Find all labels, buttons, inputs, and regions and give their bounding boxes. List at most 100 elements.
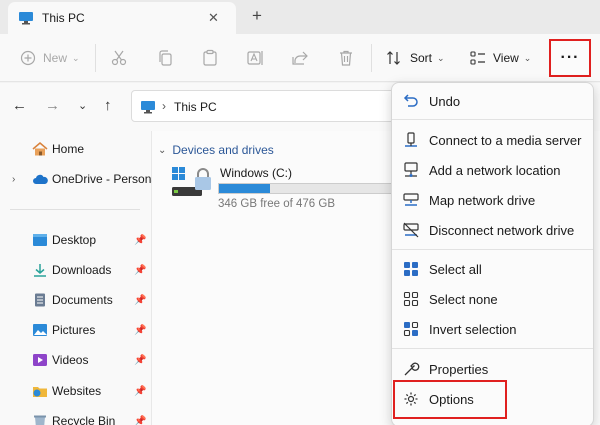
pictures-icon bbox=[33, 324, 47, 336]
close-tab-icon[interactable]: ✕ bbox=[208, 10, 219, 26]
drive-usage-fill bbox=[219, 184, 271, 193]
sort-label: Sort bbox=[410, 51, 433, 65]
chevron-right-icon[interactable]: › bbox=[12, 174, 15, 185]
cut-icon[interactable] bbox=[110, 48, 128, 68]
drive-c[interactable]: Windows (C:) 346 GB free of 476 GB bbox=[172, 165, 408, 211]
paste-icon[interactable] bbox=[201, 48, 219, 68]
view-button[interactable]: View ⌄ bbox=[470, 48, 531, 68]
sidebar-item-label: OneDrive - Persona bbox=[52, 172, 159, 186]
menu-item-properties[interactable]: Properties bbox=[396, 355, 590, 383]
invert-selection-icon bbox=[403, 321, 419, 337]
chevron-down-icon: ⌄ bbox=[158, 144, 167, 156]
forward-arrow-icon[interactable]: → bbox=[45, 97, 60, 114]
menu-item-label: Undo bbox=[429, 93, 461, 109]
menu-item-label: Disconnect network drive bbox=[429, 222, 575, 238]
pin-icon[interactable]: 📌 bbox=[134, 265, 146, 276]
sidebar-item-label: Downloads bbox=[52, 263, 112, 277]
menu-item-invert-selection[interactable]: Invert selection bbox=[396, 315, 590, 343]
sidebar-item-label: Videos bbox=[52, 353, 89, 367]
menu-item-label: Add a network location bbox=[429, 162, 561, 178]
pin-icon[interactable]: 📌 bbox=[134, 295, 146, 306]
sidebar-item-onedrive[interactable]: › OneDrive - Persona bbox=[0, 166, 158, 192]
sidebar-item-desktop[interactable]: Desktop 📌 bbox=[0, 227, 150, 253]
menu-separator bbox=[392, 249, 593, 250]
sidebar-item-downloads[interactable]: Downloads 📌 bbox=[0, 257, 150, 283]
menu-separator bbox=[392, 119, 593, 120]
see-more-menu: Undo Connect to a media server Add a net… bbox=[391, 82, 594, 425]
chevron-down-icon: ⌄ bbox=[72, 52, 80, 63]
sort-icon bbox=[387, 51, 400, 65]
videos-icon bbox=[33, 354, 47, 366]
media-server-icon bbox=[405, 132, 417, 147]
cloud-icon bbox=[33, 174, 48, 184]
pin-icon[interactable]: 📌 bbox=[134, 386, 146, 397]
pin-icon[interactable]: 📌 bbox=[134, 325, 146, 336]
sidebar-item-websites[interactable]: Websites 📌 bbox=[0, 378, 150, 404]
menu-item-label: Map network drive bbox=[429, 192, 536, 208]
select-all-icon bbox=[404, 262, 418, 276]
menu-separator bbox=[392, 348, 593, 349]
new-button[interactable]: New ⌄ bbox=[20, 48, 80, 68]
recent-locations-chevron-icon[interactable]: ⌄ bbox=[78, 99, 87, 112]
options-highlight-box bbox=[393, 380, 507, 419]
sidebar-item-recycle-bin[interactable]: Recycle Bin 📌 bbox=[0, 408, 150, 425]
see-more-button[interactable]: ··· bbox=[549, 39, 591, 77]
new-tab-button[interactable]: + bbox=[252, 6, 262, 26]
menu-item-disconnect-network-drive[interactable]: Disconnect network drive bbox=[396, 216, 590, 244]
chevron-down-icon: ⌄ bbox=[523, 52, 532, 63]
delete-icon[interactable] bbox=[337, 48, 355, 68]
section-title: Devices and drives bbox=[172, 143, 274, 157]
sidebar-item-label: Recycle Bin bbox=[52, 414, 116, 425]
drive-usage-bar bbox=[218, 183, 408, 194]
menu-item-select-all[interactable]: Select all bbox=[396, 255, 590, 283]
menu-item-select-none[interactable]: Select none bbox=[396, 285, 590, 313]
sidebar-divider bbox=[10, 209, 140, 210]
devices-and-drives-header[interactable]: ⌄ Devices and drives bbox=[158, 143, 274, 157]
tab-bar: This PC ✕ + bbox=[0, 0, 600, 34]
home-icon bbox=[32, 142, 48, 156]
menu-item-connect-media-server[interactable]: Connect to a media server bbox=[396, 126, 590, 154]
menu-item-add-network-location[interactable]: Add a network location bbox=[396, 156, 590, 184]
sidebar-item-pictures[interactable]: Pictures 📌 bbox=[0, 317, 150, 343]
sidebar-item-label: Home bbox=[52, 142, 85, 156]
divider bbox=[371, 44, 372, 72]
sidebar-item-documents[interactable]: Documents 📌 bbox=[0, 287, 150, 313]
menu-item-label: Select none bbox=[429, 291, 498, 307]
tab-this-pc[interactable]: This PC ✕ bbox=[8, 2, 236, 34]
pin-icon[interactable]: 📌 bbox=[134, 355, 146, 366]
divider bbox=[95, 44, 96, 72]
sort-button[interactable]: Sort ⌄ bbox=[386, 48, 445, 68]
drive-free-space: 346 GB free of 476 GB bbox=[218, 198, 335, 210]
address-bar[interactable]: › This PC bbox=[131, 90, 401, 122]
select-none-icon bbox=[403, 291, 419, 307]
download-icon bbox=[34, 264, 46, 277]
menu-item-undo[interactable]: Undo bbox=[396, 87, 590, 115]
menu-item-label: Invert selection bbox=[429, 321, 517, 337]
breadcrumb-chevron-icon[interactable]: › bbox=[162, 99, 166, 113]
menu-item-map-network-drive[interactable]: Map network drive bbox=[396, 186, 590, 214]
disconnect-drive-icon bbox=[403, 222, 419, 238]
network-location-icon bbox=[404, 162, 418, 177]
windows-drive-icon bbox=[172, 167, 211, 196]
view-icon bbox=[470, 51, 485, 65]
back-arrow-icon[interactable]: ← bbox=[12, 97, 27, 114]
command-bar: New ⌄ Sort ⌄ View ⌄ bbox=[0, 34, 600, 82]
sidebar-item-home[interactable]: Home bbox=[0, 136, 150, 162]
breadcrumb-this-pc[interactable]: This PC bbox=[174, 100, 217, 114]
chevron-down-icon: ⌄ bbox=[437, 52, 445, 63]
menu-item-label: Properties bbox=[429, 361, 489, 377]
rename-icon[interactable] bbox=[246, 48, 264, 68]
desktop-folder-icon bbox=[33, 234, 47, 246]
map-drive-icon bbox=[403, 193, 419, 206]
view-label: View bbox=[493, 51, 519, 65]
monitor-icon bbox=[141, 101, 155, 114]
up-arrow-icon[interactable]: ↑ bbox=[104, 97, 112, 114]
share-icon[interactable] bbox=[291, 48, 309, 68]
sidebar-item-videos[interactable]: Videos 📌 bbox=[0, 347, 150, 373]
sidebar-item-label: Websites bbox=[52, 384, 102, 398]
copy-icon[interactable] bbox=[156, 48, 174, 68]
properties-icon bbox=[404, 362, 420, 376]
pin-icon[interactable]: 📌 bbox=[134, 235, 146, 246]
menu-item-label: Select all bbox=[429, 261, 482, 277]
pin-icon[interactable]: 📌 bbox=[134, 416, 146, 425]
